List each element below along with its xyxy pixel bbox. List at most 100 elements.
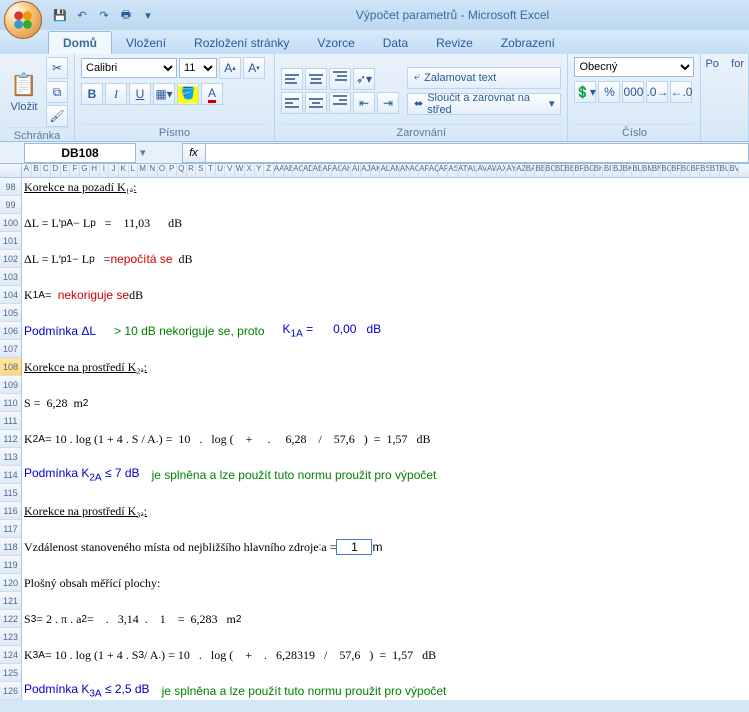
col-header[interactable]: A: [22, 164, 32, 177]
row-content[interactable]: Podmínka K3A ≤ 2,5 dB je splněna a lze p…: [22, 682, 749, 700]
row-content[interactable]: Plošný obsah měřící plochy:: [22, 574, 749, 592]
col-header[interactable]: T: [206, 164, 216, 177]
row-header[interactable]: 103: [0, 268, 22, 286]
col-header[interactable]: AB: [284, 164, 294, 177]
row-header[interactable]: 122: [0, 610, 22, 628]
row-header[interactable]: 101: [0, 232, 22, 250]
row-content[interactable]: [22, 268, 749, 286]
decrease-decimal-button[interactable]: ←.0: [670, 81, 692, 103]
col-header[interactable]: AI: [351, 164, 361, 177]
col-header[interactable]: B: [32, 164, 42, 177]
col-header[interactable]: BO: [661, 164, 671, 177]
col-header[interactable]: BK: [623, 164, 633, 177]
row-header[interactable]: 112: [0, 430, 22, 448]
tab-rozložení stránky[interactable]: Rozložení stránky: [180, 32, 303, 54]
row-content[interactable]: [22, 484, 749, 502]
row-content[interactable]: [22, 232, 749, 250]
row-content[interactable]: [22, 628, 749, 646]
font-name-combo[interactable]: Calibri: [81, 58, 177, 78]
row-content[interactable]: Korekce na pozadí K₁ₐ:: [22, 178, 749, 196]
col-header[interactable]: BT: [710, 164, 720, 177]
orientation-button[interactable]: ➶▾: [353, 68, 375, 90]
col-header[interactable]: BQ: [681, 164, 691, 177]
row-header[interactable]: 104: [0, 286, 22, 304]
align-left-button[interactable]: [281, 92, 303, 114]
col-header[interactable]: AU: [468, 164, 478, 177]
print-icon[interactable]: 🖶: [118, 7, 134, 23]
col-header[interactable]: BM: [642, 164, 652, 177]
col-header[interactable]: P: [167, 164, 177, 177]
format-painter-button[interactable]: 🖌: [46, 105, 68, 127]
row-content[interactable]: [22, 556, 749, 574]
row-header[interactable]: 125: [0, 664, 22, 682]
formula-input[interactable]: [206, 143, 749, 163]
bold-button[interactable]: B: [81, 83, 103, 105]
row-content[interactable]: K1A = nekoriguje se dB: [22, 286, 749, 304]
row-content[interactable]: Korekce na prostředí K₂ₐ:: [22, 358, 749, 376]
row-header[interactable]: 110: [0, 394, 22, 412]
col-header[interactable]: AK: [371, 164, 381, 177]
col-header[interactable]: N: [148, 164, 158, 177]
row-content[interactable]: K2A = 10 . log (1 + 4 . S / A.) = 10 . l…: [22, 430, 749, 448]
fill-color-button[interactable]: 🪣: [177, 83, 199, 105]
col-header[interactable]: AD: [303, 164, 313, 177]
col-header[interactable]: BS: [700, 164, 710, 177]
row-header[interactable]: 113: [0, 448, 22, 466]
col-header[interactable]: AS: [448, 164, 458, 177]
row-header[interactable]: 100: [0, 214, 22, 232]
shrink-font-button[interactable]: A▾: [243, 57, 265, 79]
col-header[interactable]: AZ: [516, 164, 526, 177]
tab-zobrazení[interactable]: Zobrazení: [487, 32, 569, 54]
row-header[interactable]: 107: [0, 340, 22, 358]
copy-button[interactable]: ⧉: [46, 81, 68, 103]
col-header[interactable]: BP: [671, 164, 681, 177]
row-header[interactable]: 117: [0, 520, 22, 538]
col-header[interactable]: BU: [720, 164, 730, 177]
col-header[interactable]: L: [129, 164, 139, 177]
office-button[interactable]: [4, 1, 42, 39]
col-header[interactable]: G: [80, 164, 90, 177]
row-content[interactable]: [22, 412, 749, 430]
font-color-button[interactable]: A: [201, 83, 223, 105]
row-content[interactable]: K3A = 10 . log (1 + 4 . S3 / A.) = 10 . …: [22, 646, 749, 664]
col-header[interactable]: I: [100, 164, 110, 177]
redo-icon[interactable]: ↷: [96, 7, 112, 23]
row-header[interactable]: 111: [0, 412, 22, 430]
row-content[interactable]: [22, 340, 749, 358]
col-header[interactable]: BE: [565, 164, 575, 177]
row-header[interactable]: 105: [0, 304, 22, 322]
borders-button[interactable]: ▦▾: [153, 83, 175, 105]
align-center-button[interactable]: [305, 92, 327, 114]
tab-data[interactable]: Data: [369, 32, 422, 54]
underline-button[interactable]: U: [129, 83, 151, 105]
col-header[interactable]: AR: [439, 164, 449, 177]
col-header[interactable]: AJ: [361, 164, 371, 177]
col-header[interactable]: BN: [652, 164, 662, 177]
col-header[interactable]: BJ: [613, 164, 623, 177]
currency-button[interactable]: 💲▾: [574, 81, 596, 103]
row-content[interactable]: [22, 196, 749, 214]
paste-button[interactable]: 📋 Vložit: [6, 69, 42, 115]
col-header[interactable]: AO: [410, 164, 420, 177]
col-header[interactable]: BF: [574, 164, 584, 177]
col-header[interactable]: AH: [342, 164, 352, 177]
fx-button[interactable]: fx: [182, 143, 206, 163]
col-header[interactable]: AQ: [429, 164, 439, 177]
wrap-text-button[interactable]: ⤶Zalamovat text: [407, 67, 561, 89]
col-header[interactable]: D: [51, 164, 61, 177]
save-icon[interactable]: 💾: [52, 7, 68, 23]
row-header[interactable]: 119: [0, 556, 22, 574]
col-header[interactable]: E: [61, 164, 71, 177]
row-header[interactable]: 109: [0, 376, 22, 394]
row-header[interactable]: 126: [0, 682, 22, 700]
col-header[interactable]: AE: [313, 164, 323, 177]
col-header[interactable]: BB: [535, 164, 545, 177]
undo-icon[interactable]: ↶: [74, 7, 90, 23]
row-header[interactable]: 114: [0, 466, 22, 484]
col-header[interactable]: BV: [729, 164, 739, 177]
col-header[interactable]: BD: [555, 164, 565, 177]
col-header[interactable]: C: [41, 164, 51, 177]
align-top-button[interactable]: [281, 68, 303, 90]
col-header[interactable]: R: [187, 164, 197, 177]
row-header[interactable]: 106: [0, 322, 22, 340]
